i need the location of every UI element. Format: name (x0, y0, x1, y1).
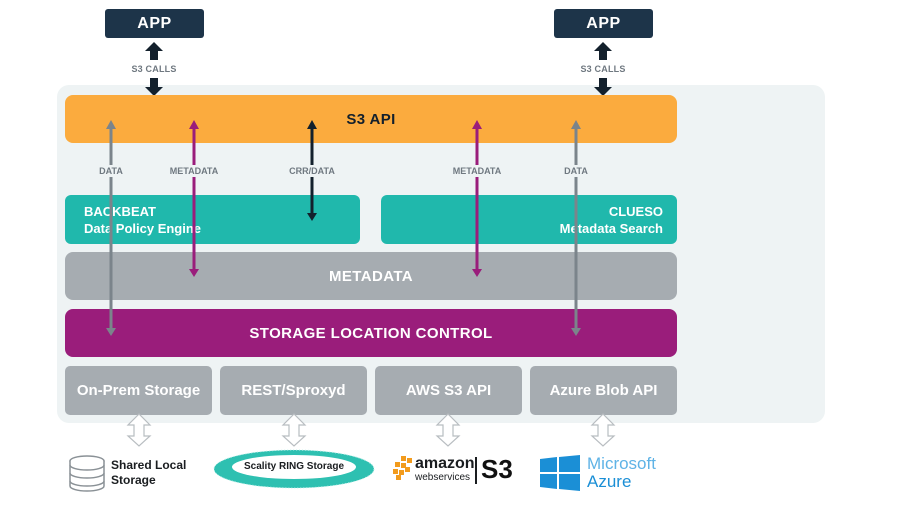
windows-logo-icon (540, 455, 580, 491)
backend-label: On-Prem Storage (76, 382, 201, 399)
amazon-wordmark: amazon (415, 455, 475, 472)
aws-webservices-label: webservices (415, 472, 471, 483)
metadata-layer: METADATA (65, 252, 677, 300)
flow-label-metadata-right: METADATA (447, 165, 507, 177)
backbeat-subtitle: Data Policy Engine (84, 221, 202, 236)
clueso-subtitle: Metadata Search (559, 221, 663, 236)
s3-calls-label-left: S3 CALLS (131, 64, 177, 74)
backend-rest-sproxyd: REST/Sproxyd (220, 366, 367, 415)
shared-local-line1: Shared Local (111, 458, 187, 472)
shared-local-storage-label: Shared Local Storage (111, 458, 186, 488)
aws-divider (475, 457, 477, 484)
app-box-left: APP (105, 9, 204, 38)
metadata-label: METADATA (328, 267, 413, 285)
backend-label: REST/Sproxyd (241, 382, 346, 399)
scality-ring-label: Scality RING Storage (243, 461, 345, 472)
s3-api-label: S3 API (346, 110, 396, 128)
app-label: APP (137, 14, 172, 32)
backend-label: AWS S3 API (405, 382, 492, 399)
flow-label-metadata-left: METADATA (164, 165, 224, 177)
flow-label-data-right: DATA (556, 165, 596, 177)
database-icon (69, 455, 105, 492)
shared-local-line2: Storage (111, 473, 156, 487)
backend-label: Azure Blob API (549, 382, 658, 399)
clueso-component: CLUESO Metadata Search (381, 195, 677, 244)
backend-azure-blob-api: Azure Blob API (530, 366, 677, 415)
backbeat-component: BACKBEAT Data Policy Engine (65, 195, 360, 244)
s3-calls-label-right: S3 CALLS (580, 64, 626, 74)
flow-label-data-left: DATA (91, 165, 131, 177)
backbeat-title: BACKBEAT (84, 204, 156, 219)
microsoft-wordmark: Microsoft (587, 454, 656, 473)
backend-aws-s3-api: AWS S3 API (375, 366, 522, 415)
app-box-right: APP (554, 9, 653, 38)
storage-location-control-label: STORAGE LOCATION CONTROL (249, 324, 493, 342)
storage-location-control-layer: STORAGE LOCATION CONTROL (65, 309, 677, 357)
app-label: APP (586, 14, 621, 32)
s3-wordmark: S3 (481, 454, 513, 484)
flow-label-crr-data: CRR/DATA (282, 165, 342, 177)
clueso-title: CLUESO (608, 204, 663, 219)
backend-on-prem-storage: On-Prem Storage (65, 366, 212, 415)
aws-cubes-icon (393, 456, 412, 480)
azure-wordmark: Azure (587, 472, 632, 491)
s3-api-layer: S3 API (65, 95, 677, 143)
